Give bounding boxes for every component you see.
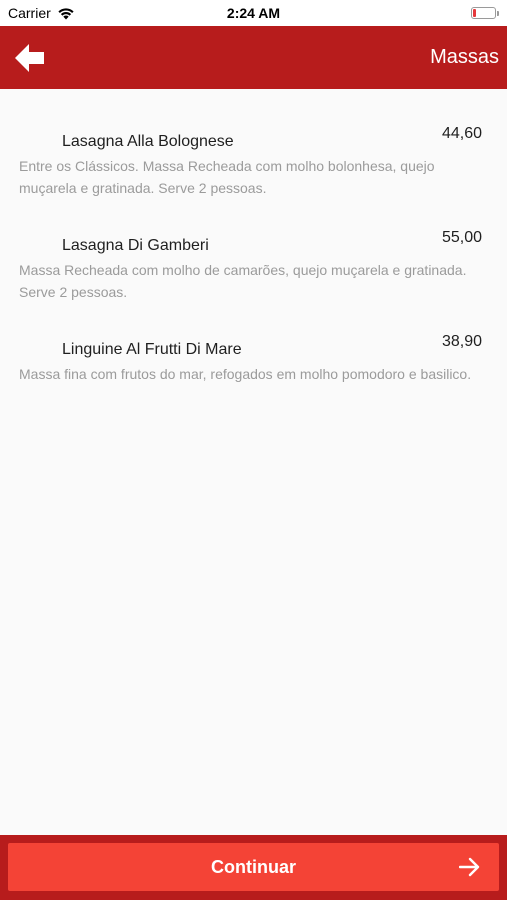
battery-tip bbox=[497, 10, 499, 16]
arrow-right-icon bbox=[459, 857, 480, 877]
status-bar: Carrier 2:24 AM bbox=[0, 0, 507, 26]
page-title: Massas bbox=[430, 46, 499, 68]
continue-button[interactable]: Continuar bbox=[8, 843, 499, 891]
menu-list: Lasagna Alla Bolognese 44,60 Entre os Cl… bbox=[0, 89, 507, 835]
battery-fill bbox=[473, 9, 477, 17]
status-time: 2:24 AM bbox=[226, 5, 281, 21]
item-price: 44,60 bbox=[441, 125, 482, 142]
menu-item[interactable]: Linguine Al Frutti Di Mare 38,90 Massa f… bbox=[0, 297, 507, 401]
app-screen: Carrier 2:24 AM Massas Lasagna Alla Bolo… bbox=[0, 0, 507, 900]
item-description: Massa fina com frutos do mar, refogados … bbox=[19, 366, 472, 382]
battery-body bbox=[471, 7, 496, 19]
header-bar: Massas bbox=[0, 26, 507, 89]
item-name: Linguine Al Frutti Di Mare bbox=[62, 341, 242, 358]
item-price: 55,00 bbox=[441, 229, 482, 246]
item-name: Lasagna Alla Bolognese bbox=[62, 133, 234, 150]
menu-item[interactable]: Lasagna Alla Bolognese 44,60 Entre os Cl… bbox=[0, 89, 507, 196]
status-left: Carrier bbox=[8, 5, 75, 21]
item-price: 38,90 bbox=[441, 333, 482, 350]
menu-item[interactable]: Lasagna Di Gamberi 55,00 Massa Recheada … bbox=[0, 193, 507, 300]
battery-icon bbox=[471, 7, 499, 19]
continue-label: Continuar bbox=[211, 856, 296, 877]
carrier-label: Carrier bbox=[8, 5, 51, 21]
footer-bar: Continuar bbox=[0, 835, 507, 900]
back-button[interactable] bbox=[14, 42, 46, 74]
item-name: Lasagna Di Gamberi bbox=[62, 237, 209, 254]
arrow-left-icon bbox=[15, 43, 44, 72]
wifi-icon bbox=[58, 8, 74, 20]
